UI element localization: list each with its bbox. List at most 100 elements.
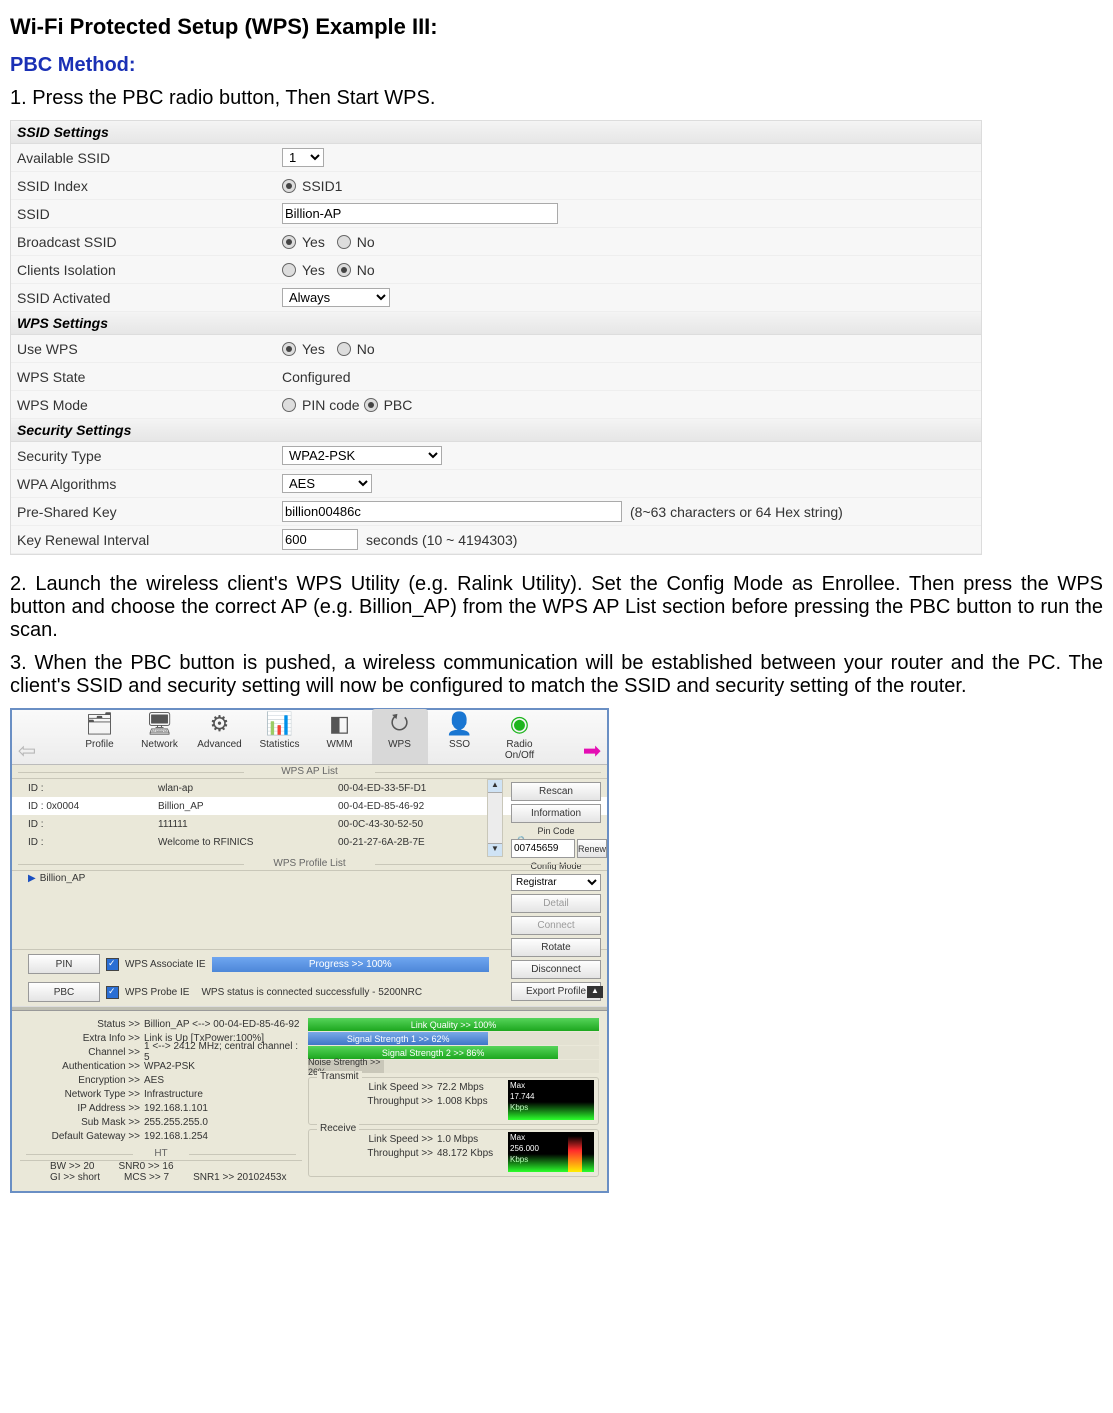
- detail-button[interactable]: Detail: [511, 894, 601, 913]
- toolbar-wps[interactable]: ⭮WPS: [372, 709, 428, 764]
- kv-k: Authentication >>: [20, 1061, 144, 1072]
- isolation-no-radio[interactable]: [337, 263, 351, 277]
- label-wps-mode: WPS Mode: [17, 397, 282, 413]
- tx-tp-k: Throughput >>: [313, 1096, 437, 1107]
- wpsmode-pin-label: PIN code: [302, 397, 360, 413]
- toolbar-next-arrow-icon[interactable]: ➡: [581, 738, 603, 764]
- usewps-yes-radio[interactable]: [282, 342, 296, 356]
- wps-ap-list: ID : wlan-ap 00-04-ED-33-5F-D1 1 ID : 0x…: [12, 779, 607, 857]
- network-icon: 🖥: [132, 709, 188, 739]
- ap-id: ID :: [28, 837, 158, 848]
- pincode-label: Pin Code: [511, 826, 601, 836]
- pbc-button[interactable]: PBC: [28, 982, 100, 1002]
- information-button[interactable]: Information: [511, 804, 601, 823]
- wpsmode-pin-radio[interactable]: [282, 398, 296, 412]
- right-column: Link Quality >> 100% Signal Strength 1 >…: [308, 1017, 599, 1183]
- lower-panel: Status >>Billion_AP <--> 00-04-ED-85-46-…: [12, 1011, 607, 1191]
- aplist-scrollbar[interactable]: ▲▼: [487, 779, 503, 857]
- gi-v: short: [78, 1172, 100, 1183]
- toolbar-sso-label: SSO: [449, 739, 470, 750]
- wps-probe-checkbox[interactable]: [106, 986, 119, 999]
- isolation-yes-radio[interactable]: [282, 263, 296, 277]
- row-renewal: Key Renewal Interval seconds (10 ~ 41943…: [11, 526, 981, 554]
- ssid-input[interactable]: [282, 203, 558, 224]
- ap-mac: 00-21-27-6A-2B-7E: [338, 837, 488, 848]
- kv-v: WPA2-PSK: [144, 1061, 302, 1072]
- receive-group: Receive Link Speed >>1.0 Mbps Throughput…: [308, 1129, 599, 1177]
- collapse-button[interactable]: ▲: [587, 986, 603, 998]
- snr1-k: SNR1 >>: [193, 1172, 234, 1183]
- step1-text: 1. Press the PBC radio button, Then Star…: [10, 87, 1103, 110]
- toolbar-statistics[interactable]: 📊Statistics: [252, 709, 308, 764]
- label-activated: SSID Activated: [17, 290, 282, 306]
- renew-button[interactable]: Renew: [577, 839, 607, 858]
- label-available-ssid: Available SSID: [17, 150, 282, 166]
- disconnect-button[interactable]: Disconnect: [511, 960, 601, 979]
- ralink-utility: ⇦ 🗂Profile 🖥Network ⚙Advanced 📊Statistic…: [10, 708, 609, 1193]
- configmode-select[interactable]: Registrar: [511, 874, 601, 891]
- toolbar-wmm[interactable]: ◧WMM: [312, 709, 368, 764]
- ap-ssid: Billion_AP: [158, 801, 338, 812]
- toolbar-advanced[interactable]: ⚙Advanced: [192, 709, 248, 764]
- activated-select[interactable]: Always: [282, 288, 390, 307]
- sec-type-select[interactable]: WPA2-PSK: [282, 446, 442, 465]
- toolbar-wmm-label: WMM: [326, 739, 352, 750]
- graph-max: Max: [510, 1133, 525, 1142]
- wps-probe-label: WPS Probe IE: [125, 987, 189, 998]
- label-psk: Pre-Shared Key: [17, 504, 282, 520]
- triangle-icon: ▶: [28, 873, 36, 884]
- toolbar-profile-label: Profile: [85, 739, 113, 750]
- kv-k: IP Address >>: [20, 1103, 144, 1114]
- toolbar-prev-arrow-icon[interactable]: ⇦: [16, 738, 38, 764]
- wps-associate-checkbox[interactable]: [106, 958, 119, 971]
- page-title: Wi-Fi Protected Setup (WPS) Example III:: [10, 14, 1103, 40]
- psk-input[interactable]: [282, 501, 622, 522]
- snr0-k: SNR0 >>: [118, 1161, 159, 1172]
- label-wps-state: WPS State: [17, 369, 282, 385]
- usewps-no-radio[interactable]: [337, 342, 351, 356]
- toolbar-radio[interactable]: ◉Radio On/Off: [492, 709, 548, 764]
- step2-text: 2. Launch the wireless client's WPS Util…: [10, 573, 1103, 642]
- wps-associate-label: WPS Associate IE: [125, 959, 206, 970]
- mcs-k: MCS >>: [124, 1172, 161, 1183]
- label-ssid-index: SSID Index: [17, 178, 282, 194]
- ap-mac: 00-04-ED-33-5F-D1: [338, 783, 488, 794]
- toolbar-network[interactable]: 🖥Network: [132, 709, 188, 764]
- kv-v: 192.168.1.254: [144, 1131, 302, 1142]
- ssid-index-radio[interactable]: [282, 179, 296, 193]
- wpa-alg-select[interactable]: AES: [282, 474, 372, 493]
- row-available-ssid: Available SSID 1: [11, 144, 981, 172]
- settings-panel: SSID Settings Available SSID 1 SSID Inde…: [10, 120, 982, 555]
- rotate-button[interactable]: Rotate: [511, 938, 601, 957]
- label-use-wps: Use WPS: [17, 341, 282, 357]
- profile-item[interactable]: ▶ Billion_AP: [28, 873, 591, 884]
- kv-v: Infrastructure: [144, 1089, 302, 1100]
- toolbar-sso[interactable]: 👤SSO: [432, 709, 488, 764]
- renewal-input[interactable]: [282, 529, 358, 550]
- profile-list-title: WPS Profile List: [12, 857, 607, 871]
- psk-hint: (8~63 characters or 64 Hex string): [630, 504, 843, 520]
- graph-max: Max: [510, 1081, 525, 1090]
- kv-v: AES: [144, 1075, 302, 1086]
- connect-button[interactable]: Connect: [511, 916, 601, 935]
- toolbar-profile[interactable]: 🗂Profile: [72, 709, 128, 764]
- pincode-input[interactable]: [511, 839, 575, 858]
- toolbar-network-label: Network: [141, 739, 178, 750]
- pin-button[interactable]: PIN: [28, 954, 100, 974]
- broadcast-yes-radio[interactable]: [282, 235, 296, 249]
- label-renewal: Key Renewal Interval: [17, 532, 282, 548]
- rx-ls-v: 1.0 Mbps: [437, 1134, 504, 1145]
- ap-ssid: Welcome to RFINICS: [158, 837, 338, 848]
- toolbar-advanced-label: Advanced: [197, 739, 241, 750]
- kv-v: 255.255.255.0: [144, 1117, 302, 1128]
- broadcast-no-radio[interactable]: [337, 235, 351, 249]
- rescan-button[interactable]: Rescan: [511, 782, 601, 801]
- usewps-yes-label: Yes: [302, 341, 325, 357]
- gi-k: GI >>: [50, 1172, 75, 1183]
- broadcast-yes-label: Yes: [302, 234, 325, 250]
- mcs-v: 7: [164, 1172, 170, 1183]
- wpsmode-pbc-radio[interactable]: [364, 398, 378, 412]
- kv-k: Status >>: [20, 1019, 144, 1030]
- toolbar-wps-label: WPS: [388, 739, 411, 750]
- available-ssid-select[interactable]: 1: [282, 148, 324, 167]
